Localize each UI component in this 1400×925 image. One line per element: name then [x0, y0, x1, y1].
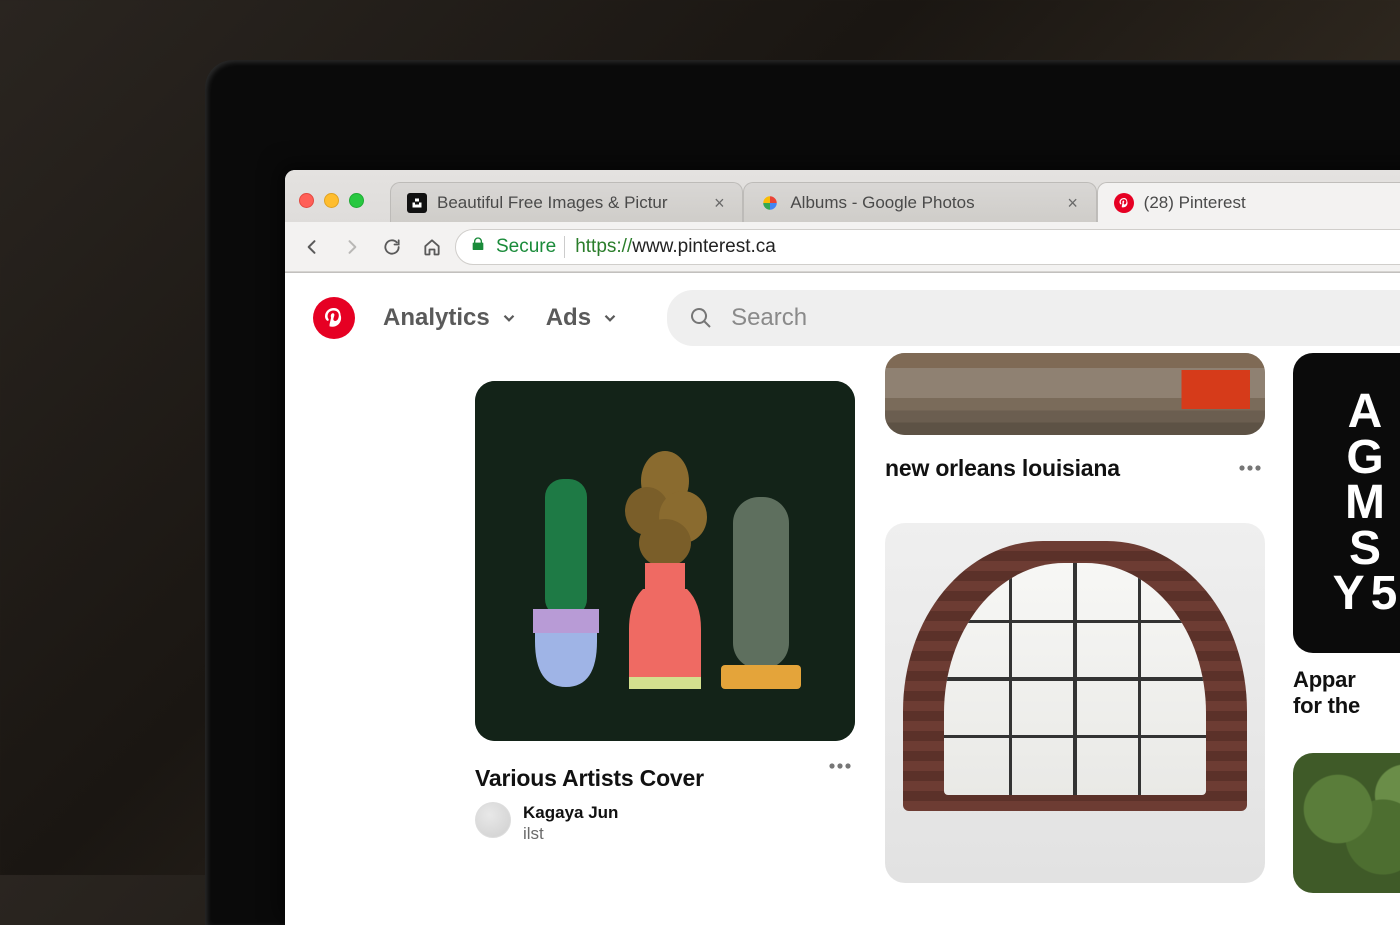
home-button[interactable] — [415, 230, 449, 264]
pin-image[interactable] — [475, 381, 855, 741]
chevron-down-icon — [601, 309, 619, 327]
photo-placeholder — [885, 523, 1265, 883]
pin-title: Various Artists Cover — [475, 765, 825, 792]
author-sub: ilst — [523, 823, 618, 844]
chevron-down-icon — [500, 309, 518, 327]
pin-image[interactable] — [885, 523, 1265, 883]
reload-button[interactable] — [375, 230, 409, 264]
window-controls — [299, 193, 364, 208]
photo-placeholder — [885, 353, 1265, 435]
pin-loft-interior[interactable] — [885, 523, 1265, 883]
browser-tab-google-photos[interactable]: Albums - Google Photos × — [743, 182, 1096, 222]
feed: Various Artists Cover Kagaya Jun ilst — [285, 363, 1400, 925]
pin-byline: Kagaya Jun ilst — [475, 802, 825, 845]
laptop-frame: Beautiful Free Images & Pictur × Albums … — [205, 60, 1400, 925]
back-button[interactable] — [295, 230, 329, 264]
pin-image[interactable] — [1293, 753, 1400, 893]
pin-various-artists-cover[interactable]: Various Artists Cover Kagaya Jun ilst — [475, 381, 855, 845]
search-bar[interactable] — [667, 290, 1400, 346]
more-button[interactable] — [825, 751, 855, 781]
minimize-window-button[interactable] — [324, 193, 339, 208]
browser-toolbar: Secure https://www.pinterest.ca — [285, 222, 1400, 272]
google-photos-icon — [760, 193, 780, 213]
tab-strip: Beautiful Free Images & Pictur × Albums … — [285, 170, 1400, 222]
pin-title: new orleans louisiana — [885, 455, 1120, 482]
nav-ads[interactable]: Ads — [546, 304, 619, 332]
browser-chrome: Beautiful Free Images & Pictur × Albums … — [285, 170, 1400, 273]
pin-title: Appar — [1293, 667, 1400, 693]
tab-title: (28) Pinterest — [1144, 193, 1400, 213]
pinterest-header: Analytics Ads — [285, 273, 1400, 363]
tab-title: Beautiful Free Images & Pictur — [437, 193, 700, 213]
page-content: Analytics Ads — [285, 273, 1400, 925]
close-window-button[interactable] — [299, 193, 314, 208]
pin-footer: Various Artists Cover Kagaya Jun ilst — [475, 751, 855, 845]
tab-title: Albums - Google Photos — [790, 193, 1053, 213]
close-tab-button[interactable]: × — [710, 194, 728, 212]
browser-tab-pinterest[interactable]: (28) Pinterest — [1097, 182, 1400, 222]
unsplash-icon — [407, 193, 427, 213]
author-name[interactable]: Kagaya Jun — [523, 802, 618, 823]
pin-typography[interactable]: A G M S Y5 Appar for the — [1293, 353, 1400, 719]
close-tab-button[interactable]: × — [1064, 194, 1082, 212]
plants-illustration — [475, 381, 855, 741]
address-bar[interactable]: Secure https://www.pinterest.ca — [455, 229, 1400, 265]
pinterest-icon — [1114, 193, 1134, 213]
forward-button[interactable] — [335, 230, 369, 264]
nav-label: Ads — [546, 304, 591, 332]
more-button[interactable] — [1235, 453, 1265, 483]
pin-title-line2: for the — [1293, 693, 1400, 719]
nav-label: Analytics — [383, 304, 490, 332]
pin-new-orleans[interactable]: new orleans louisiana — [885, 353, 1265, 483]
pin-greenery[interactable] — [1293, 753, 1400, 893]
secure-label: Secure — [496, 236, 565, 258]
search-input[interactable] — [731, 304, 1400, 332]
url-text: https://www.pinterest.ca — [575, 236, 776, 258]
lock-icon — [470, 236, 486, 258]
search-icon — [689, 306, 713, 330]
pin-footer: new orleans louisiana — [885, 445, 1265, 483]
pinterest-logo[interactable] — [313, 297, 355, 339]
pin-image[interactable]: A G M S Y5 — [1293, 353, 1400, 653]
maximize-window-button[interactable] — [349, 193, 364, 208]
avatar[interactable] — [475, 802, 511, 838]
screen: Beautiful Free Images & Pictur × Albums … — [285, 170, 1400, 925]
type-tile: A G M S Y5 — [1293, 353, 1400, 653]
pin-image[interactable] — [885, 353, 1265, 435]
browser-tab-unsplash[interactable]: Beautiful Free Images & Pictur × — [390, 182, 743, 222]
photo-placeholder — [1293, 753, 1400, 893]
nav-analytics[interactable]: Analytics — [383, 304, 518, 332]
